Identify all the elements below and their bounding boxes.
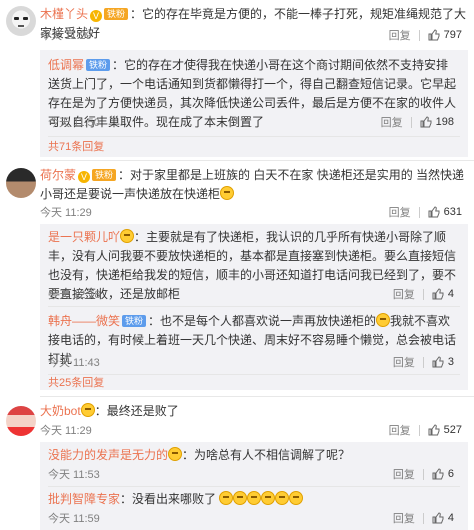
like-count: 4	[447, 288, 454, 300]
reply-button[interactable]: 回复	[389, 422, 411, 438]
like-button[interactable]: 198	[420, 116, 454, 128]
emoji-icon	[275, 491, 290, 505]
like-count: 3	[447, 356, 454, 368]
like-button[interactable]: 6	[432, 468, 454, 480]
more-replies-link[interactable]: 共71条回复	[48, 138, 104, 154]
timestamp: 今天 11:50	[48, 117, 100, 129]
reply-text: 批判智障专家：没看出来哪败了	[48, 490, 460, 509]
reply-meta: 今天 11:53 回复 6	[48, 466, 460, 482]
reply-meta: 今天 11:50 回复 198	[48, 114, 460, 130]
reply: 批判智障专家：没看出来哪败了 今天 11:59 回复 4	[48, 490, 460, 525]
username-link[interactable]: 韩舟——微笑	[48, 314, 120, 328]
comment-meta: 今天 11:29 回复 527	[40, 422, 468, 438]
reply-button[interactable]: 回复	[389, 27, 411, 43]
comment-meta: 今天 11:29 回复 797	[40, 27, 468, 43]
like-count: 198	[435, 116, 454, 128]
timestamp: 今天 11:53	[48, 469, 100, 481]
comment-body: ：最终还是败了	[94, 404, 179, 418]
username-link[interactable]: 荷尔蒙	[40, 168, 76, 182]
reply-button[interactable]: 回复	[393, 354, 415, 370]
username-link[interactable]: 批判智障专家	[48, 492, 120, 506]
timestamp: 今天 11:29	[40, 30, 92, 42]
reply-button[interactable]: 回复	[389, 204, 411, 220]
emoji-icon	[233, 491, 248, 505]
like-button[interactable]: 631	[428, 206, 462, 218]
reply-meta: 今天 11:59 回复 4	[48, 510, 460, 526]
username-link[interactable]: 是一只颗儿吖	[48, 230, 120, 244]
fan-badge: 铁粉	[104, 8, 129, 20]
thumbs-up-icon	[432, 468, 444, 480]
emoji-icon	[289, 491, 304, 505]
comment-text: 荷尔蒙 V 铁粉 ：对于家里都是上班族的 白天不在家 快递柜还是实用的 当然快递小哥还…	[40, 166, 468, 204]
fan-badge: 铁粉	[86, 59, 111, 71]
like-count: 4	[447, 512, 454, 524]
reply-body: ：也不是每个人都喜欢说一声再放快递柜的	[148, 314, 377, 328]
thumbs-up-icon	[428, 424, 440, 436]
reply-meta: 今天 12:18 回复 4	[48, 286, 460, 302]
like-count: 6	[447, 468, 454, 480]
emoji-icon	[261, 491, 276, 505]
timestamp: 今天 11:59	[48, 513, 100, 525]
emoji-icon	[219, 491, 234, 505]
like-count: 797	[443, 29, 462, 41]
emoji-icon	[120, 229, 135, 243]
thumbs-up-icon	[432, 288, 444, 300]
username-link[interactable]: 没能力的发声是无力的	[48, 448, 168, 462]
reply-box: 没能力的发声是无力的 ：为啥总有人不相信调解了呢？ 今天 11:53 回复 6 批…	[40, 442, 468, 530]
thumbs-up-icon	[428, 206, 440, 218]
reply-box: 是一只颗儿吖 ：主要就是有了快递柜，我认识的几乎所有快递小哥除了顺丰，没有人问我要…	[40, 224, 468, 390]
comment-text: 大奶bot ：最终还是败了	[40, 402, 468, 421]
avatar[interactable]	[6, 168, 36, 198]
more-replies-link[interactable]: 共25条回复	[48, 374, 104, 390]
reply-button[interactable]: 回复	[393, 510, 415, 526]
reply-body: ：没看出来哪败了	[120, 492, 217, 506]
reply: 低调幂 铁粉 ：它的存在才使得我在快递小哥在这个商讨期间依然不支持安排送货上门了，一…	[48, 56, 460, 137]
reply: 是一只颗儿吖 ：主要就是有了快递柜，我认识的几乎所有快递小哥除了顺丰，没有人问我要…	[48, 228, 460, 307]
like-count: 527	[443, 424, 462, 436]
reply-button[interactable]: 回复	[393, 466, 415, 482]
verified-v-icon: V	[78, 171, 91, 183]
like-button[interactable]: 4	[432, 288, 454, 300]
like-button[interactable]: 527	[428, 424, 462, 436]
timestamp: 今天 11:29	[40, 425, 92, 437]
reply: 没能力的发声是无力的 ：为啥总有人不相信调解了呢？ 今天 11:53 回复 6	[48, 446, 460, 487]
reply-meta: 今天 11:43 回复 3	[48, 354, 460, 370]
reply: 韩舟——微笑 铁粉 ：也不是每个人都喜欢说一声再放快递柜的 我就不喜欢接电话的，有时候…	[48, 312, 460, 375]
emoji-icon	[220, 186, 235, 200]
emoji-icon	[168, 447, 183, 461]
emoji-icon	[247, 491, 262, 505]
comment-meta: 今天 11:29 回复 631	[40, 204, 468, 220]
thumbs-up-icon	[432, 356, 444, 368]
reply-box: 低调幂 铁粉 ：它的存在才使得我在快递小哥在这个商讨期间依然不支持安排送货上门了，一…	[40, 50, 468, 157]
reply-body: ：为啥总有人不相信调解了呢？	[182, 448, 351, 462]
like-button[interactable]: 797	[428, 29, 462, 41]
like-count: 631	[443, 206, 462, 218]
fan-badge: 铁粉	[92, 169, 117, 181]
fan-badge: 铁粉	[122, 315, 147, 327]
reply-button[interactable]: 回复	[393, 286, 415, 302]
thumbs-up-icon	[420, 116, 432, 128]
reply-button[interactable]: 回复	[381, 114, 403, 130]
like-button[interactable]: 4	[432, 512, 454, 524]
username-link[interactable]: 大奶bot	[40, 404, 81, 418]
username-link[interactable]: 低调幂	[48, 58, 84, 72]
timestamp: 今天 11:43	[48, 357, 100, 369]
timestamp: 今天 11:29	[40, 207, 92, 219]
avatar[interactable]	[6, 406, 36, 436]
like-button[interactable]: 3	[432, 356, 454, 368]
emoji-icon	[376, 313, 391, 327]
verified-v-icon: V	[90, 10, 103, 22]
thumbs-up-icon	[432, 512, 444, 524]
reply-text: 没能力的发声是无力的 ：为啥总有人不相信调解了呢？	[48, 446, 460, 465]
avatar[interactable]	[6, 6, 36, 36]
timestamp: 今天 12:18	[48, 289, 101, 301]
username-link[interactable]: 木槿丫头	[40, 7, 88, 21]
thumbs-up-icon	[428, 29, 440, 41]
emoji-icon	[80, 403, 95, 417]
